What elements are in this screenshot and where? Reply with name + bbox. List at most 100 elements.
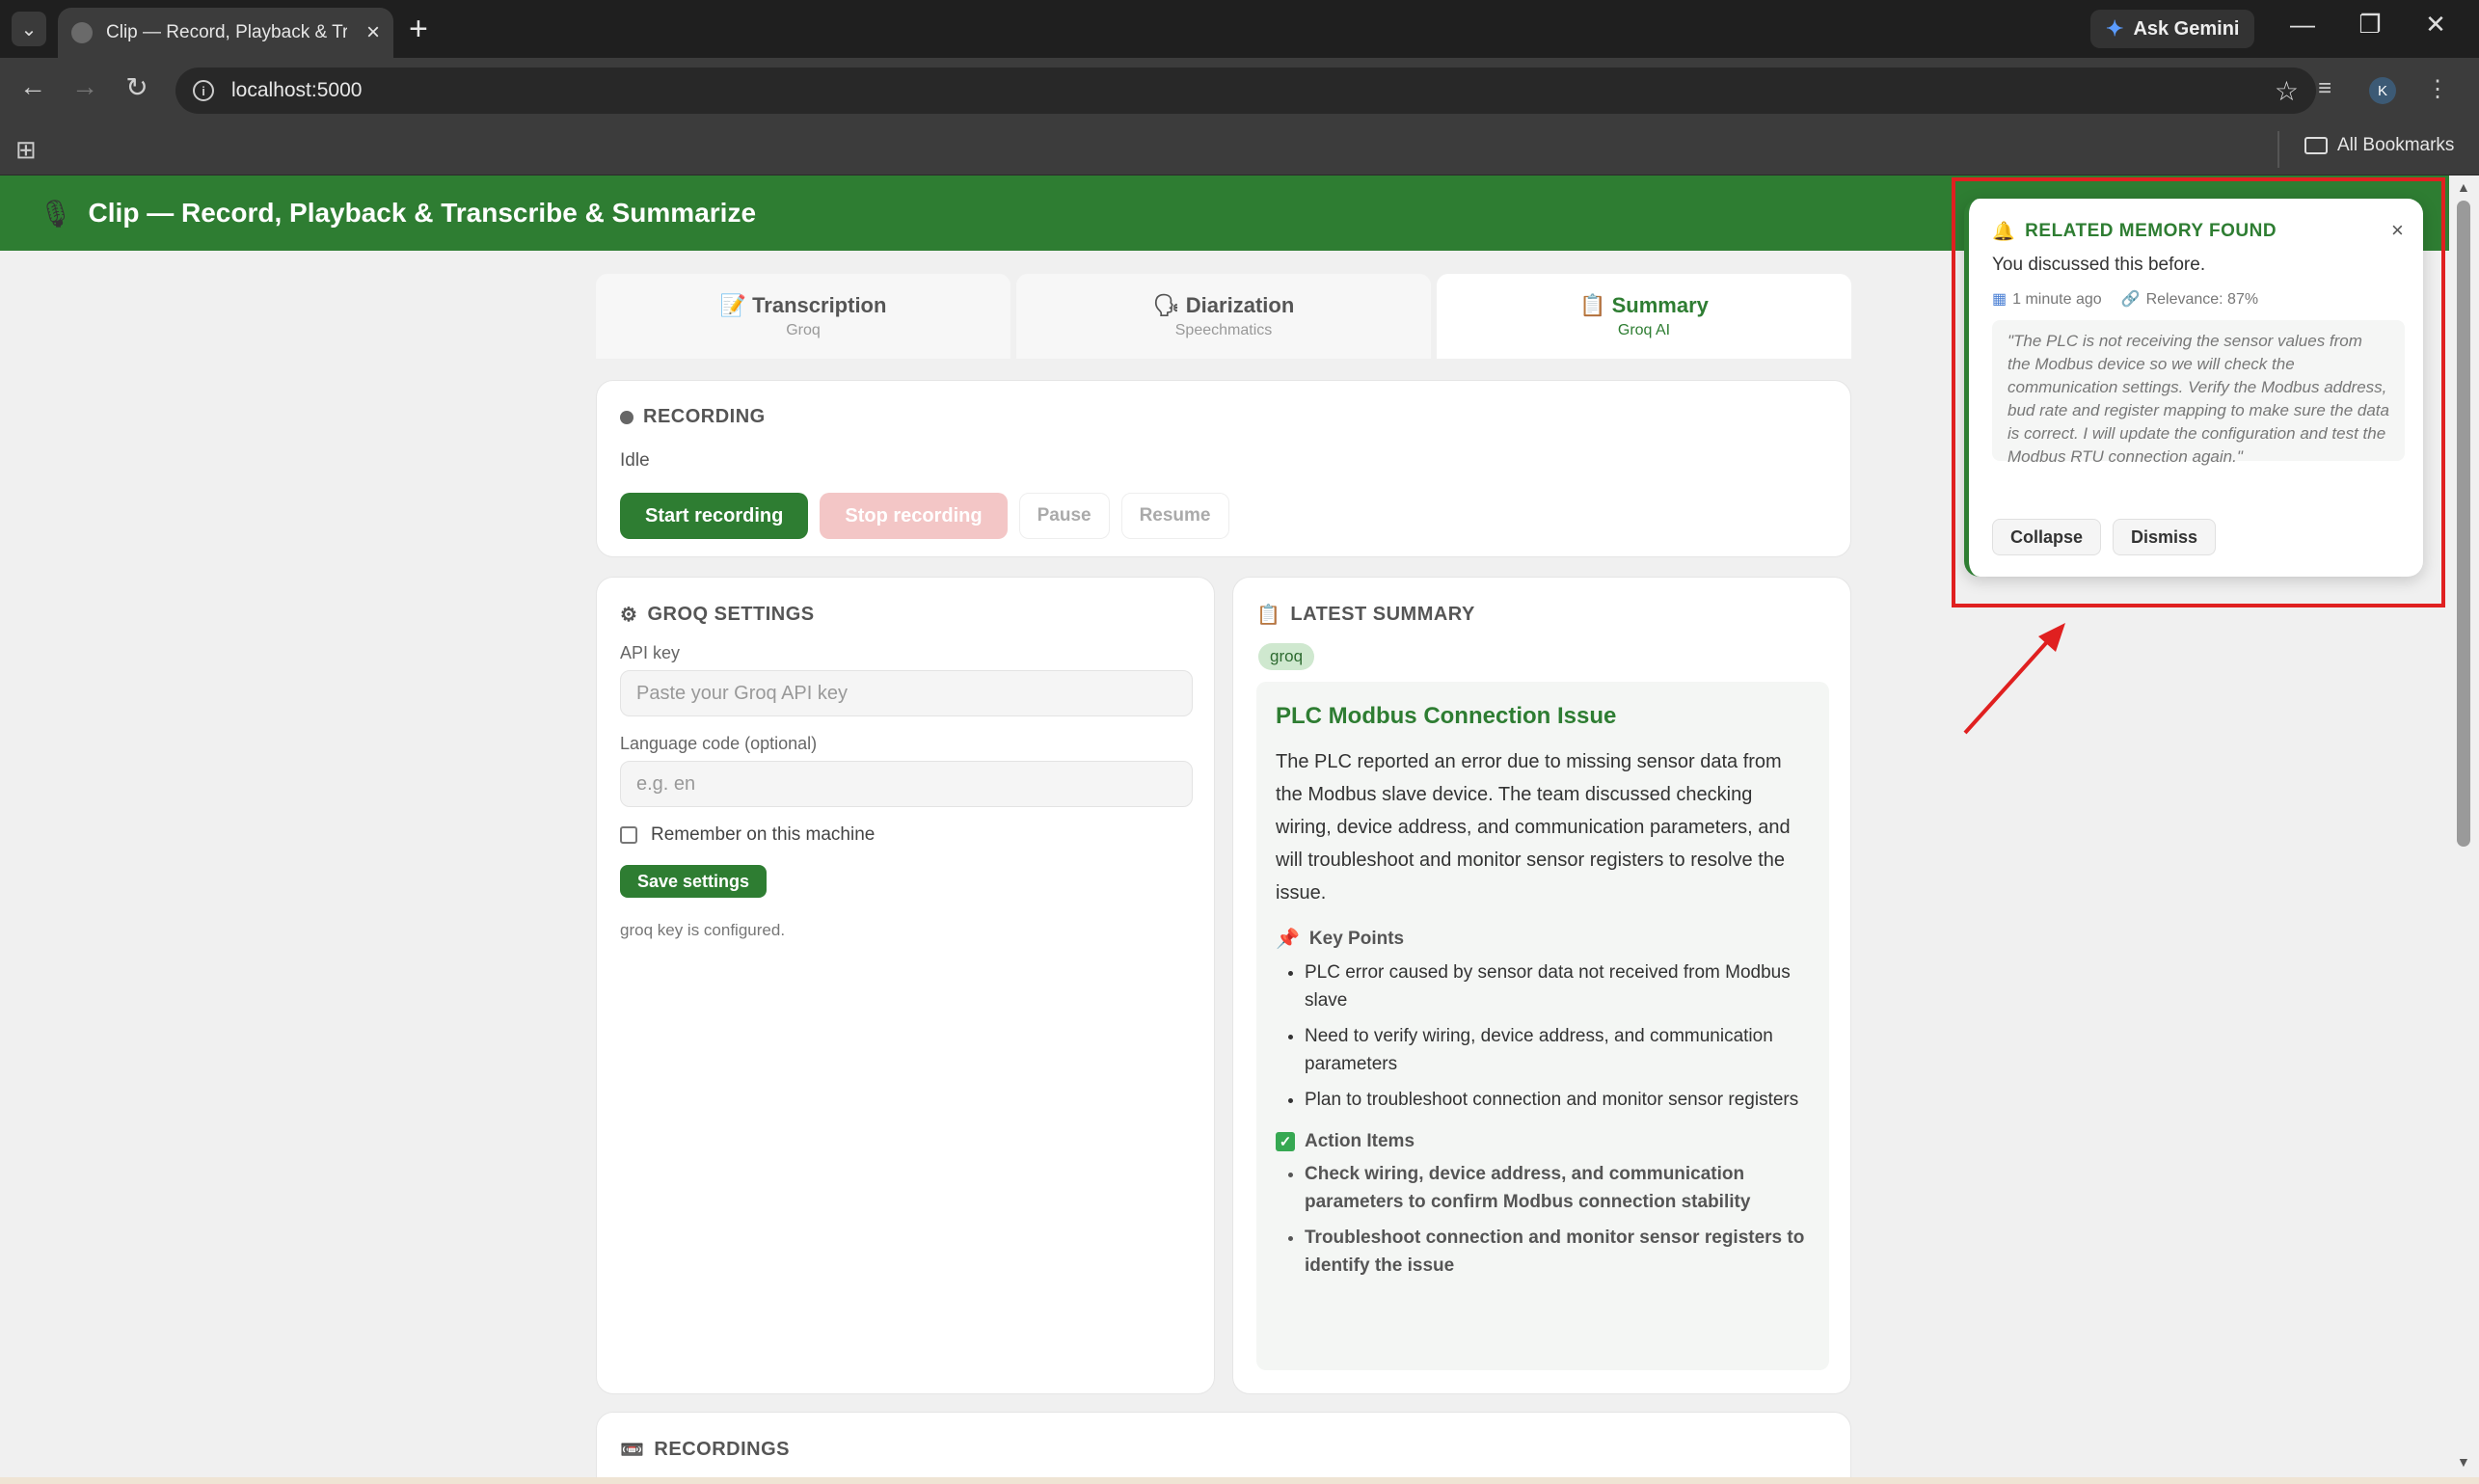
tab-summary[interactable]: 📋 Summary Groq AI <box>1437 274 1851 359</box>
memo-icon: 📝 <box>719 293 746 317</box>
new-tab-button[interactable]: + <box>409 10 428 48</box>
all-bookmarks-label: All Bookmarks <box>2337 135 2455 155</box>
tab-label: Diarization <box>1185 293 1295 317</box>
start-recording-button[interactable]: Start recording <box>620 493 809 539</box>
recordings-title: 📼 RECORDINGS <box>620 1438 790 1462</box>
speaking-head-icon: 🗣 <box>1152 293 1180 317</box>
summary-paragraph: The PLC reported an error due to missing… <box>1276 751 1791 904</box>
scroll-up-icon[interactable]: ▲ <box>2457 179 2470 195</box>
bottom-strip <box>0 1477 2479 1484</box>
list-item: Check wiring, device address, and commun… <box>1305 1160 1810 1216</box>
tab-provider: Groq AI <box>1617 322 1671 338</box>
list-item: PLC error caused by sensor data not rece… <box>1305 958 1810 1014</box>
page-scrollbar[interactable]: ▲ ▼ <box>2449 175 2479 1477</box>
bookmarks-divider <box>2277 131 2279 168</box>
recordings-card: 📼 RECORDINGS <box>596 1412 1851 1477</box>
api-key-label: API key <box>620 643 681 662</box>
gemini-sparkle-icon: ✦ <box>2106 16 2124 40</box>
bookmark-star-icon[interactable]: ☆ <box>2275 75 2299 107</box>
recording-controls: Start recording Stop recording Pause Res… <box>620 493 1229 539</box>
all-bookmarks-button[interactable]: All Bookmarks <box>2304 135 2454 156</box>
forward-icon[interactable]: → <box>66 71 104 102</box>
remember-label: Remember on this machine <box>651 824 876 845</box>
groq-settings-card: ⚙ GROQ SETTINGS API key Paste your Groq … <box>596 577 1215 1394</box>
tab-transcription[interactable]: 📝 Transcription Groq <box>596 274 1010 359</box>
recording-title-text: RECORDING <box>643 406 766 427</box>
recording-status-dot-icon <box>620 410 633 424</box>
key-points-heading: 📌 Key Points <box>1276 927 1810 951</box>
pushpin-icon: 📌 <box>1276 929 1300 950</box>
key-points-list: PLC error caused by sensor data not rece… <box>1305 958 1810 1114</box>
site-info-icon[interactable]: i <box>193 80 214 101</box>
restore-icon[interactable]: ❐ <box>2351 10 2389 40</box>
provider-badge: groq <box>1258 643 1315 670</box>
annotation-arrow-icon <box>1963 623 2065 735</box>
action-items-heading: ✓ Action Items <box>1276 1131 1810 1152</box>
app-title: Clip — Record, Playback & Transcribe & S… <box>88 198 757 228</box>
url-text: localhost:5000 <box>231 79 363 101</box>
list-item: Troubleshoot connection and monitor sens… <box>1305 1224 1810 1280</box>
tab-label: Summary <box>1611 293 1709 317</box>
list-item: Need to verify wiring, device address, a… <box>1305 1022 1810 1078</box>
settings-title-text: GROQ SETTINGS <box>647 604 815 625</box>
language-label: Language code (optional) <box>620 734 818 753</box>
recording-card: RECORDING Idle Start recording Stop reco… <box>596 380 1851 557</box>
latest-summary-card: 📋 LATEST SUMMARY groq PLC Modbus Connect… <box>1232 577 1851 1394</box>
list-item: Plan to troubleshoot connection and moni… <box>1305 1086 1810 1114</box>
tab-diarization[interactable]: 🗣 Diarization Speechmatics <box>1016 274 1431 359</box>
summary-title: 📋 LATEST SUMMARY <box>1256 603 1475 627</box>
clipboard-icon: 📋 <box>1256 605 1281 626</box>
back-icon[interactable]: ← <box>13 71 52 102</box>
close-tab-icon[interactable]: × <box>366 19 380 46</box>
profile-avatar[interactable]: K <box>2369 77 2396 104</box>
settings-status-note: groq key is configured. <box>620 921 786 939</box>
remember-checkbox[interactable] <box>620 826 637 844</box>
ask-gemini-button[interactable]: ✦ Ask Gemini <box>2090 10 2255 48</box>
annotation-highlight-box <box>1952 177 2445 607</box>
tab-search-icon[interactable]: ⌄ <box>12 12 46 46</box>
api-key-input[interactable]: Paste your Groq API key <box>620 670 1193 716</box>
ask-gemini-label: Ask Gemini <box>2133 17 2240 40</box>
settings-title: ⚙ GROQ SETTINGS <box>620 603 815 627</box>
mode-tabs: 📝 Transcription Groq 🗣 Diarization Speec… <box>596 274 1851 359</box>
tab-title: Clip — Record, Playback & Transcribe & S… <box>106 22 347 42</box>
minimize-icon[interactable]: — <box>2283 10 2322 40</box>
recording-status: Idle <box>620 450 650 471</box>
address-bar[interactable]: i localhost:5000 ☆ <box>175 67 2316 114</box>
clipboard-icon: 📋 <box>1579 293 1606 317</box>
pause-button[interactable]: Pause <box>1018 493 1110 539</box>
recording-title: RECORDING <box>620 406 766 428</box>
recordings-title-text: RECORDINGS <box>654 1439 790 1460</box>
media-control-icon[interactable]: ≡ <box>2318 75 2331 102</box>
apps-grid-icon[interactable]: ⊞ <box>15 135 37 165</box>
language-input[interactable]: e.g. en <box>620 761 1193 807</box>
stop-recording-button[interactable]: Stop recording <box>820 493 1008 539</box>
tab-label: Transcription <box>752 293 887 317</box>
tab-provider: Groq <box>786 322 821 338</box>
save-settings-button[interactable]: Save settings <box>620 865 768 898</box>
tab-provider: Speechmatics <box>1174 322 1273 338</box>
globe-icon <box>71 22 93 43</box>
summary-content: PLC Modbus Connection Issue The PLC repo… <box>1256 682 1829 1370</box>
folder-icon <box>2304 137 2328 154</box>
close-window-icon[interactable]: ✕ <box>2416 10 2455 40</box>
summary-title-text: LATEST SUMMARY <box>1290 604 1475 625</box>
cassette-icon: 📼 <box>620 1440 645 1461</box>
browser-tab[interactable]: Clip — Record, Playback & Transcribe & S… <box>58 8 393 58</box>
more-menu-icon[interactable]: ⋮ <box>2426 75 2449 103</box>
scrollbar-thumb[interactable] <box>2457 201 2470 847</box>
scroll-down-icon[interactable]: ▼ <box>2457 1454 2470 1470</box>
bookmarks-bar: ⊞ All Bookmarks <box>0 123 2479 175</box>
microphone-icon: 🎙 <box>39 198 73 229</box>
resume-button[interactable]: Resume <box>1120 493 1229 539</box>
action-items-list: Check wiring, device address, and commun… <box>1305 1160 1810 1280</box>
reload-icon[interactable]: ↻ <box>118 71 156 103</box>
summary-heading: PLC Modbus Connection Issue <box>1276 703 1617 729</box>
browser-toolbar: ← → ↻ i localhost:5000 ☆ ≡ ⋮ <box>0 58 2479 123</box>
browser-tab-bar: ⌄ Clip — Record, Playback & Transcribe &… <box>0 0 2479 58</box>
action-items-title: Action Items <box>1305 1131 1415 1151</box>
gear-icon: ⚙ <box>620 605 638 626</box>
check-mark-icon: ✓ <box>1276 1132 1295 1151</box>
key-points-title: Key Points <box>1308 928 1405 949</box>
remember-row: Remember on this machine <box>620 824 875 846</box>
